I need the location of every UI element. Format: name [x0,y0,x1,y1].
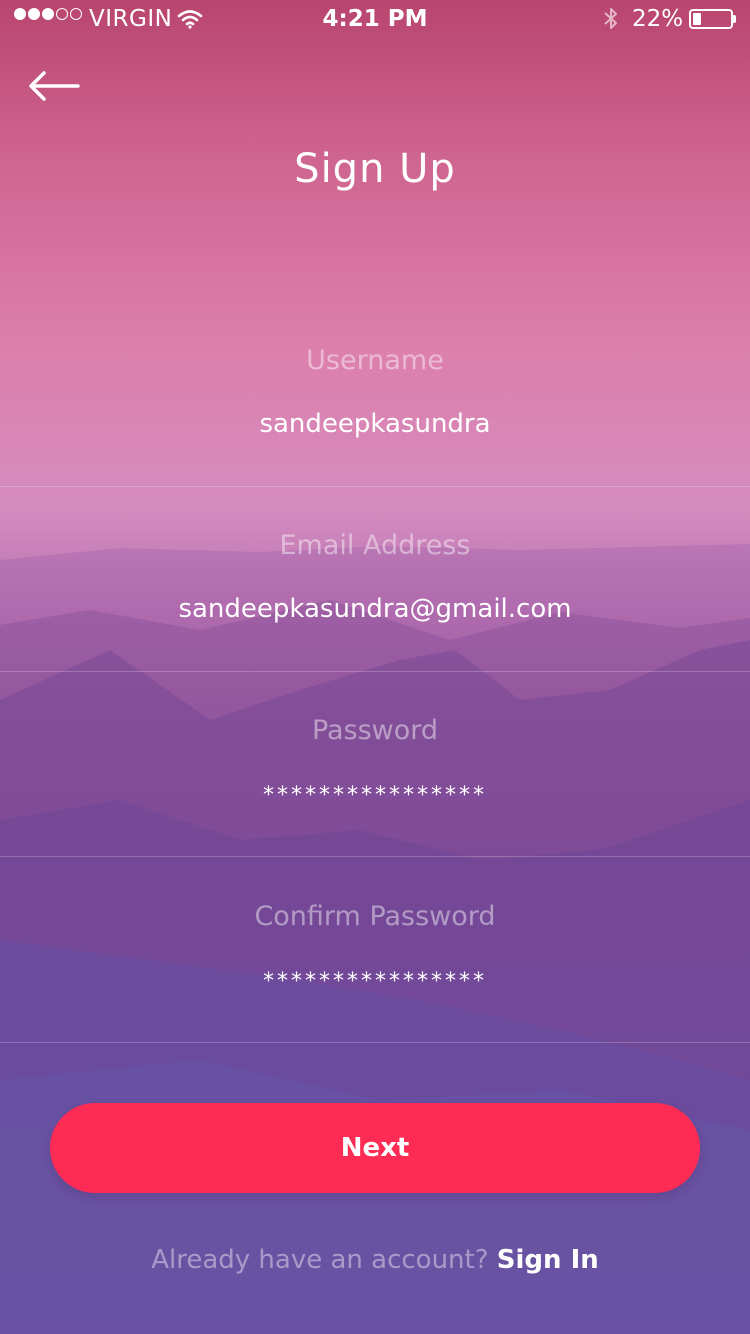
sign-in-question: Already have an account? [151,1245,489,1275]
email-label: Email Address [279,530,471,561]
password-label: Password [311,715,439,746]
confirm-password-input[interactable]: **************** [0,969,750,994]
confirm-password-field[interactable]: Confirm Password **************** [0,857,750,1043]
password-input[interactable]: **************** [0,783,750,808]
page-title: Sign Up [294,146,456,192]
confirm-password-label: Confirm Password [254,901,496,932]
sign-in-link[interactable]: Sign In [497,1245,599,1275]
username-input[interactable]: sandeepkasundra [0,409,750,439]
back-button[interactable] [22,62,86,110]
battery-level [693,13,701,25]
bluetooth-icon [604,8,617,29]
arrow-left-icon [29,71,80,101]
battery-percentage: 22% [632,6,684,32]
username-field[interactable]: Username sandeepkasundra [0,301,750,487]
username-label: Username [306,345,444,376]
password-field[interactable]: Password **************** [0,671,750,857]
battery-icon [689,9,733,29]
email-input[interactable]: sandeepkasundra@gmail.com [0,594,750,624]
battery-tip [733,15,736,23]
sign-in-prompt: Already have an account? Sign In [0,1245,750,1275]
status-bar: VIRGIN 4:21 PM 22% [0,0,750,40]
email-field[interactable]: Email Address sandeepkasundra@gmail.com [0,486,750,672]
next-button[interactable]: Next [50,1103,700,1193]
